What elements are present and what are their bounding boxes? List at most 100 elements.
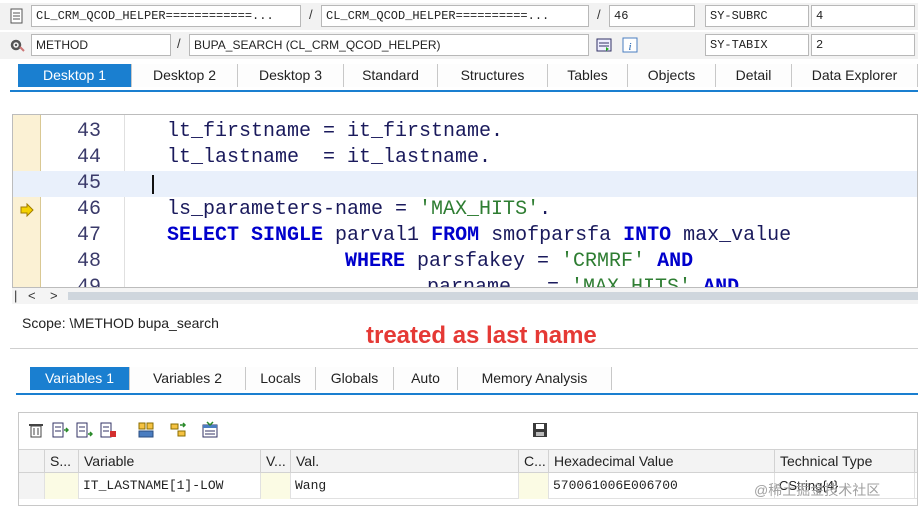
code-text: ls_parameters-name = 'MAX_HITS'. — [167, 197, 551, 223]
program-field[interactable]: CL_CRM_QCOD_HELPER============... — [31, 5, 301, 27]
line-number: 45 — [76, 172, 101, 195]
line-number: 46 — [76, 198, 101, 221]
code-line-cursor[interactable]: 45 — [13, 171, 917, 197]
tab-variables-1[interactable]: Variables 1 — [30, 367, 130, 390]
save-icon[interactable] — [531, 421, 549, 439]
code-identifier: parval1 — [323, 224, 432, 247]
tab-underline — [10, 90, 918, 92]
tab-objects[interactable]: Objects — [628, 64, 716, 87]
line-field[interactable]: 46 — [609, 5, 695, 27]
code-text: lt_firstname = it_firstname. — [167, 120, 504, 143]
tab-desktop-3[interactable]: Desktop 3 — [238, 64, 344, 87]
gear-icon — [9, 37, 25, 53]
tab-standard[interactable]: Standard — [344, 64, 438, 87]
sy-subrc-value[interactable]: 4 — [811, 5, 915, 27]
event-name-field[interactable]: BUPA_SEARCH (CL_CRM_QCOD_HELPER) — [189, 34, 589, 56]
display-settings-icon[interactable] — [596, 37, 612, 53]
event-type-field[interactable]: METHOD — [31, 34, 171, 56]
hex-cell[interactable]: 570061006E006700 — [549, 473, 775, 499]
pane-divider[interactable] — [10, 348, 918, 349]
variable-cell[interactable]: IT_LASTNAME[1]-LOW — [79, 473, 261, 499]
code-line[interactable]: 49 parname = 'MAX_HITS' AND — [13, 275, 917, 288]
separator: / — [309, 7, 313, 22]
row-selector[interactable] — [19, 473, 45, 499]
divider-handle-icon[interactable]: | — [14, 288, 17, 304]
scrollbar-thumb[interactable] — [68, 292, 918, 300]
column-header-value[interactable]: Val. — [291, 450, 519, 474]
header-spacer — [19, 450, 45, 474]
tab-structures[interactable]: Structures — [438, 64, 548, 87]
column-header-hex[interactable]: Hexadecimal Value — [549, 450, 775, 474]
structure-icon[interactable] — [137, 421, 155, 439]
append-row-icon[interactable] — [75, 421, 94, 439]
tab-globals[interactable]: Globals — [316, 367, 394, 390]
code-period: . — [539, 198, 552, 221]
header-row-event: METHOD / BUPA_SEARCH (CL_CRM_QCOD_HELPER… — [0, 32, 918, 59]
include-field[interactable]: CL_CRM_QCOD_HELPER==========... — [321, 5, 589, 27]
scroll-right-button[interactable]: > — [50, 288, 58, 304]
swap-icon[interactable] — [169, 421, 187, 439]
c-cell — [519, 473, 549, 499]
code-line-current-statement[interactable]: 46 ls_parameters-name = 'MAX_HITS'. — [13, 197, 917, 223]
scroll-left-button[interactable]: < — [28, 288, 36, 304]
column-header-type[interactable]: Technical Type — [775, 450, 915, 474]
tab-desktop-2[interactable]: Desktop 2 — [132, 64, 238, 87]
source-code-editor[interactable]: 43 lt_firstname = it_firstname. 44 lt_la… — [12, 114, 918, 288]
code-line[interactable]: 47 SELECT SINGLE parval1 FROM smofparsfa… — [13, 223, 917, 249]
svg-text:i: i — [628, 41, 631, 53]
variable-tab-underline — [16, 393, 918, 395]
separator: / — [597, 7, 601, 22]
tab-data-explorer[interactable]: Data Explorer — [792, 64, 918, 87]
code-line[interactable]: 44 lt_lastname = it_lastname. — [13, 145, 917, 171]
status-cell — [45, 473, 79, 499]
variables-table-header: S... Variable V... Val. C... Hexadecimal… — [19, 449, 917, 474]
tab-locals[interactable]: Locals — [246, 367, 316, 390]
code-keyword: WHERE — [345, 250, 406, 273]
code-identifier: parname = — [427, 276, 572, 288]
v-cell — [261, 473, 291, 499]
tab-memory-analysis[interactable]: Memory Analysis — [458, 367, 612, 390]
table-view-icon[interactable] — [201, 421, 219, 439]
execution-arrow-icon — [20, 202, 34, 218]
code-identifier: max_value — [671, 224, 792, 247]
column-header-v[interactable]: V... — [261, 450, 291, 474]
watermark: @稀土掘金技术社区 — [754, 482, 881, 498]
code-text: parname = 'MAX_HITS' AND — [427, 275, 740, 288]
value-cell[interactable]: Wang — [291, 473, 519, 499]
text-cursor — [152, 175, 154, 194]
sy-subrc-label: SY-SUBRC — [705, 5, 809, 27]
sy-tabix-value[interactable]: 2 — [811, 34, 915, 56]
line-number: 49 — [76, 276, 101, 288]
column-header-variable[interactable]: Variable — [79, 450, 261, 474]
code-keyword: AND — [703, 276, 740, 288]
code-keyword: INTO — [623, 224, 672, 247]
remove-row-icon[interactable] — [99, 421, 117, 439]
tab-auto[interactable]: Auto — [394, 367, 458, 390]
insert-row-icon[interactable] — [51, 421, 70, 439]
header-row-program: CL_CRM_QCOD_HELPER============... / CL_C… — [0, 3, 918, 30]
code-string: 'MAX_HITS' — [419, 198, 540, 221]
code-string: 'MAX_HITS' — [571, 276, 704, 288]
tab-desktop-1[interactable]: Desktop 1 — [18, 64, 132, 87]
code-keyword: AND — [657, 250, 694, 273]
code-text: lt_lastname = it_lastname. — [167, 146, 492, 169]
tab-detail[interactable]: Detail — [716, 64, 792, 87]
line-number: 48 — [76, 250, 101, 273]
line-number: 43 — [76, 120, 101, 143]
code-identifier: ls_parameters-name = — [167, 198, 420, 221]
tab-variables-2[interactable]: Variables 2 — [130, 367, 246, 390]
tab-tables[interactable]: Tables — [548, 64, 628, 87]
code-line[interactable]: 43 lt_firstname = it_firstname. — [13, 119, 917, 145]
code-keyword: SELECT SINGLE — [167, 224, 324, 247]
code-text: SELECT SINGLE parval1 FROM smofparsfa IN… — [167, 223, 791, 249]
code-horizontal-scrollbar[interactable]: | < > — [12, 288, 918, 304]
separator: / — [177, 36, 181, 51]
code-line[interactable]: 48 WHERE parsfakey = 'CRMRF' AND — [13, 249, 917, 275]
info-icon[interactable]: i — [622, 37, 638, 53]
annotation-text: treated as last name — [366, 322, 597, 349]
column-header-c[interactable]: C... — [519, 450, 549, 474]
code-keyword: FROM — [431, 224, 480, 247]
delete-icon[interactable] — [27, 421, 45, 439]
scope-label: Scope: \METHOD bupa_search — [22, 315, 219, 331]
column-header-status[interactable]: S... — [45, 450, 79, 474]
